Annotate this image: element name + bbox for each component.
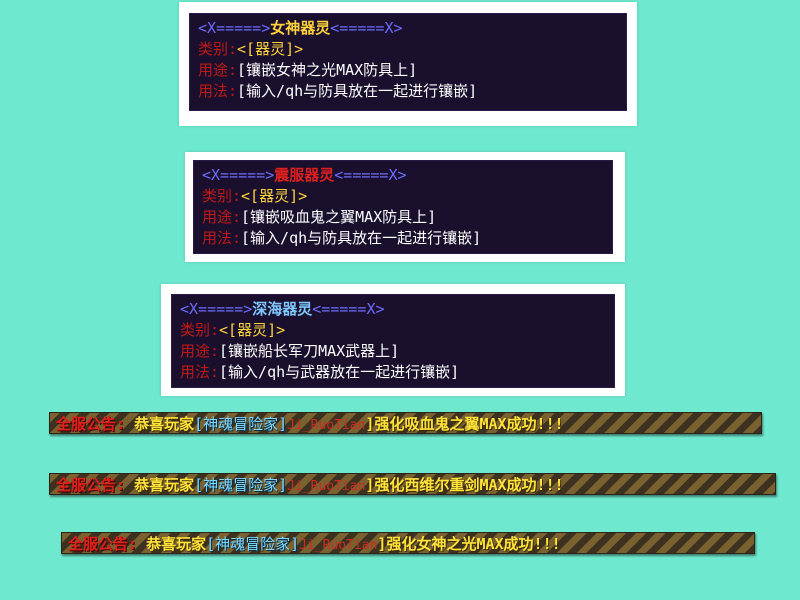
method-label: 用法: (198, 82, 238, 100)
title-arrow-left: <X=====> (198, 19, 271, 37)
tooltip-usage-row: 用途:[镶嵌女神之光MAX防具上] (198, 60, 618, 81)
usage-value: [镶嵌船长军刀MAX武器上] (219, 342, 400, 360)
tooltip-category-row: 类别:<[器灵]> (198, 39, 618, 60)
usage-label: 用途: (198, 61, 238, 79)
server-announcement: 全服公告: 恭喜玩家[神魂冒险家]Ji_RuoTian]强化吸血鬼之翼MAX成功… (49, 412, 762, 434)
usage-value: [镶嵌女神之光MAX防具上] (237, 61, 418, 79)
announcement-congrats: 恭喜玩家 (146, 535, 207, 553)
category-label: 类别: (198, 40, 238, 58)
category-label: 类别: (202, 187, 242, 205)
category-value: <[器灵]> (237, 40, 304, 58)
item-name: 震服器灵 (274, 166, 335, 184)
item-tooltip: <X=====>女神器灵<=====X> 类别:<[器灵]> 用途:[镶嵌女神之… (189, 13, 627, 111)
announcement-guild: [神魂冒险家] (206, 535, 300, 553)
announcement-prefix: 全服公告: (68, 535, 138, 553)
announcement-congrats: 恭喜玩家 (134, 476, 195, 494)
method-label: 用法: (180, 363, 220, 381)
category-value: <[器灵]> (219, 321, 286, 339)
method-label: 用法: (202, 229, 242, 247)
item-name: 女神器灵 (270, 19, 331, 37)
usage-label: 用途: (202, 208, 242, 226)
announcement-enhance: ]强化吸血鬼之翼MAX成功!!! (365, 415, 564, 433)
tooltip-title-row: <X=====>女神器灵<=====X> (198, 18, 618, 39)
tooltip-category-row: 类别:<[器灵]> (202, 186, 604, 207)
method-value: [输入/qh与防具放在一起进行镶嵌] (241, 229, 482, 247)
tooltip-method-row: 用法:[输入/qh与防具放在一起进行镶嵌] (202, 228, 604, 249)
usage-label: 用途: (180, 342, 220, 360)
server-announcement: 全服公告: 恭喜玩家[神魂冒险家]Ji_RuoTian]强化女神之光MAX成功!… (61, 532, 755, 554)
announcement-player: Ji_RuoTian (299, 538, 378, 553)
category-label: 类别: (180, 321, 220, 339)
title-arrow-right: <=====X> (330, 19, 403, 37)
method-value: [输入/qh与防具放在一起进行镶嵌] (237, 82, 478, 100)
tooltip-title-row: <X=====>震服器灵<=====X> (202, 165, 604, 186)
announcement-player: Ji_RuoTian (287, 418, 366, 433)
tooltip-method-row: 用法:[输入/qh与防具放在一起进行镶嵌] (198, 81, 618, 102)
announcement-prefix: 全服公告: (56, 415, 126, 433)
announcement-guild: [神魂冒险家] (194, 476, 288, 494)
announcement-guild: [神魂冒险家] (194, 415, 288, 433)
tooltip-usage-row: 用途:[镶嵌船长军刀MAX武器上] (180, 341, 606, 362)
title-arrow-left: <X=====> (180, 300, 253, 318)
tooltip-category-row: 类别:<[器灵]> (180, 320, 606, 341)
server-announcement: 全服公告: 恭喜玩家[神魂冒险家]Ji_RuoTian]强化西维尔重剑MAX成功… (49, 473, 776, 495)
announcement-enhance: ]强化女神之光MAX成功!!! (377, 535, 561, 553)
usage-value: [镶嵌吸血鬼之翼MAX防具上] (241, 208, 437, 226)
category-value: <[器灵]> (241, 187, 308, 205)
item-card-deepsea: <X=====>深海器灵<=====X> 类别:<[器灵]> 用途:[镶嵌船长军… (161, 284, 625, 396)
tooltip-method-row: 用法:[输入/qh与武器放在一起进行镶嵌] (180, 362, 606, 383)
title-arrow-right: <=====X> (312, 300, 385, 318)
item-tooltip: <X=====>震服器灵<=====X> 类别:<[器灵]> 用途:[镶嵌吸血鬼… (193, 160, 613, 254)
announcement-congrats: 恭喜玩家 (134, 415, 195, 433)
announcement-enhance: ]强化西维尔重剑MAX成功!!! (365, 476, 564, 494)
tooltip-usage-row: 用途:[镶嵌吸血鬼之翼MAX防具上] (202, 207, 604, 228)
announcement-prefix: 全服公告: (56, 476, 126, 494)
item-name: 深海器灵 (252, 300, 313, 318)
item-card-shock: <X=====>震服器灵<=====X> 类别:<[器灵]> 用途:[镶嵌吸血鬼… (185, 152, 625, 262)
title-arrow-right: <=====X> (334, 166, 407, 184)
announcement-player: Ji_RuoTian (287, 479, 366, 494)
item-tooltip: <X=====>深海器灵<=====X> 类别:<[器灵]> 用途:[镶嵌船长军… (171, 294, 615, 388)
item-card-goddess: <X=====>女神器灵<=====X> 类别:<[器灵]> 用途:[镶嵌女神之… (179, 2, 637, 126)
tooltip-title-row: <X=====>深海器灵<=====X> (180, 299, 606, 320)
method-value: [输入/qh与武器放在一起进行镶嵌] (219, 363, 460, 381)
title-arrow-left: <X=====> (202, 166, 275, 184)
